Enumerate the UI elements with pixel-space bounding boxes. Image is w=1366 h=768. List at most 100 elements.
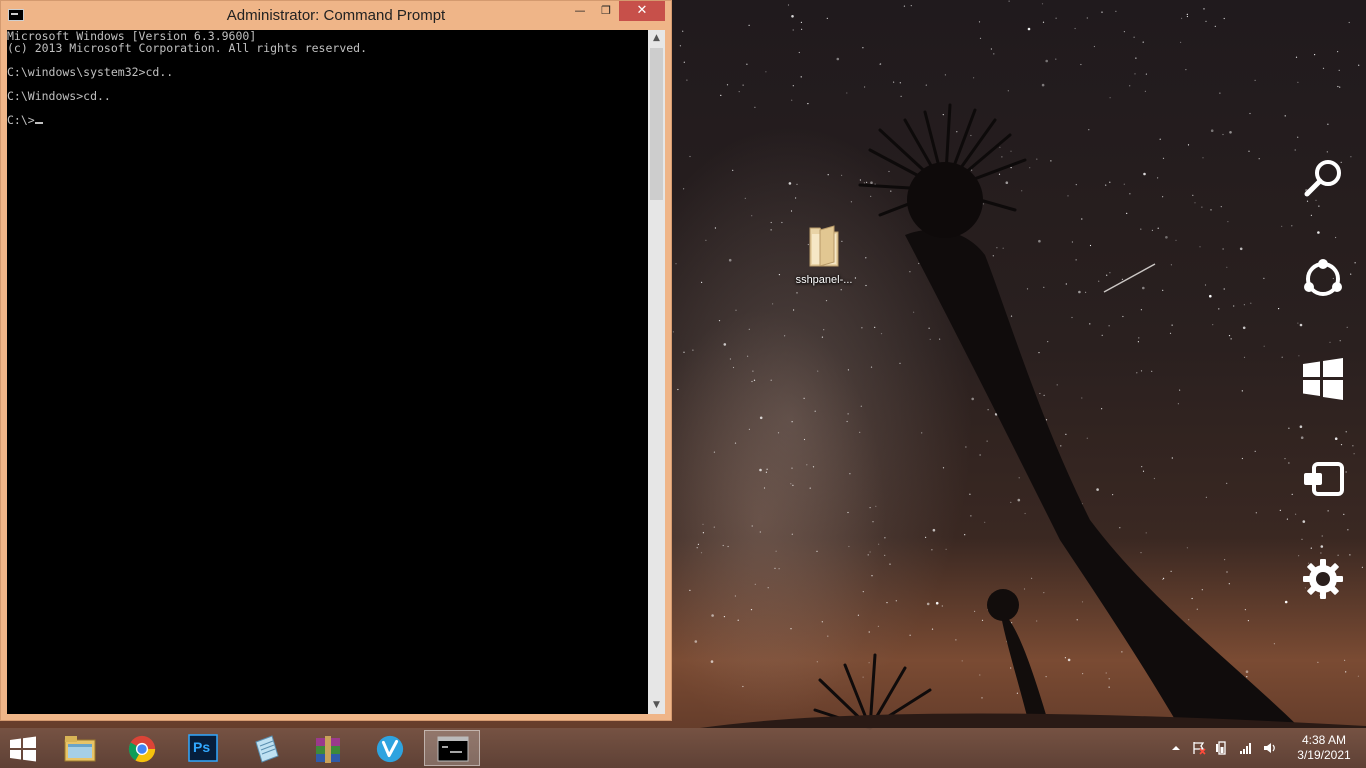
star <box>1224 559 1226 561</box>
star <box>939 338 941 340</box>
star <box>840 289 842 291</box>
star <box>742 84 744 86</box>
star <box>1043 394 1045 396</box>
star <box>1123 31 1125 33</box>
star <box>1218 308 1220 310</box>
taskbar-notepad[interactable] <box>238 730 294 766</box>
star <box>1249 112 1251 115</box>
search-icon[interactable] <box>1300 156 1346 202</box>
star <box>1337 51 1339 53</box>
star <box>1297 136 1299 138</box>
scroll-up-arrow-icon[interactable]: ▲ <box>648 30 665 47</box>
desktop-folder-sshpanel[interactable]: sshpanel-... <box>786 222 862 286</box>
devices-icon[interactable] <box>1300 456 1346 502</box>
star <box>705 239 707 241</box>
star <box>865 257 867 259</box>
star <box>872 521 874 523</box>
command-prompt-window[interactable]: Administrator: Command Prompt — ❐ ✕ Micr… <box>0 0 672 721</box>
star <box>723 616 726 618</box>
close-button[interactable]: ✕ <box>619 1 665 21</box>
star <box>713 451 716 453</box>
volume-icon[interactable] <box>1263 741 1277 755</box>
text-cursor <box>34 122 43 124</box>
scroll-thumb[interactable] <box>650 48 663 200</box>
vertical-scrollbar[interactable]: ▲ ▼ <box>648 30 665 714</box>
star <box>1186 15 1188 18</box>
star <box>1081 397 1083 399</box>
star <box>1121 278 1123 280</box>
star <box>1263 345 1265 347</box>
taskbar-winrar[interactable] <box>300 730 356 766</box>
star <box>1142 286 1145 290</box>
star <box>1142 470 1145 472</box>
star <box>909 634 911 636</box>
star <box>884 554 886 557</box>
star <box>1188 619 1190 621</box>
star <box>1105 672 1107 674</box>
taskbar-photoshop[interactable]: Ps <box>176 730 232 766</box>
star <box>1021 190 1023 192</box>
star <box>1226 482 1228 484</box>
star <box>875 505 877 507</box>
star <box>1081 218 1083 220</box>
star <box>945 548 947 550</box>
star <box>770 379 772 381</box>
star <box>1108 325 1110 327</box>
star <box>979 674 981 676</box>
star <box>899 362 901 364</box>
power-icon[interactable] <box>1215 741 1229 755</box>
star <box>796 183 798 185</box>
star <box>1101 334 1103 336</box>
start-button[interactable] <box>8 736 38 762</box>
settings-icon[interactable] <box>1300 556 1346 602</box>
taskbar-clock[interactable]: 4:38 AM 3/19/2021 <box>1292 733 1356 763</box>
star <box>1098 280 1100 282</box>
star <box>1258 158 1260 160</box>
star <box>862 591 864 593</box>
show-hidden-icons-icon[interactable] <box>1169 741 1183 755</box>
star <box>1093 45 1095 48</box>
star <box>970 515 972 517</box>
action-center-flag-icon[interactable] <box>1192 741 1206 755</box>
star <box>859 431 861 433</box>
star <box>1002 247 1004 249</box>
star <box>1119 527 1121 529</box>
maximize-button[interactable]: ❐ <box>593 1 619 21</box>
star <box>754 106 756 108</box>
start-icon[interactable] <box>1300 356 1346 402</box>
star <box>979 454 981 456</box>
taskbar-cmd[interactable] <box>424 730 480 766</box>
taskbar-chrome[interactable] <box>114 730 170 766</box>
star <box>992 255 994 257</box>
star <box>790 210 793 212</box>
star <box>1344 659 1346 661</box>
star <box>1162 578 1164 580</box>
star <box>1337 85 1339 88</box>
star <box>1228 583 1230 585</box>
star <box>1045 419 1048 421</box>
console-output[interactable]: Microsoft Windows [Version 6.3.9600] (c)… <box>7 30 648 714</box>
star <box>1140 552 1142 554</box>
cmd-app-icon[interactable] <box>8 9 24 21</box>
star <box>1209 294 1212 298</box>
taskbar-vpn[interactable] <box>362 730 418 766</box>
minimize-button[interactable]: — <box>567 1 593 21</box>
star <box>1071 316 1073 319</box>
star <box>961 660 963 662</box>
scroll-down-arrow-icon[interactable]: ▼ <box>648 697 665 714</box>
share-icon[interactable] <box>1300 256 1346 302</box>
star <box>1016 692 1019 694</box>
network-signal-icon[interactable] <box>1239 741 1253 755</box>
console-prompt-line[interactable]: C:\> <box>7 114 648 126</box>
star <box>791 533 793 535</box>
star <box>1041 83 1045 87</box>
star <box>928 327 930 329</box>
star <box>944 74 947 76</box>
star <box>1187 144 1190 146</box>
star <box>803 397 805 399</box>
star <box>774 567 776 569</box>
star <box>1126 212 1128 214</box>
title-bar[interactable]: Administrator: Command Prompt — ❐ ✕ <box>1 1 671 30</box>
star <box>826 17 828 19</box>
taskbar-file-explorer[interactable] <box>52 730 108 766</box>
